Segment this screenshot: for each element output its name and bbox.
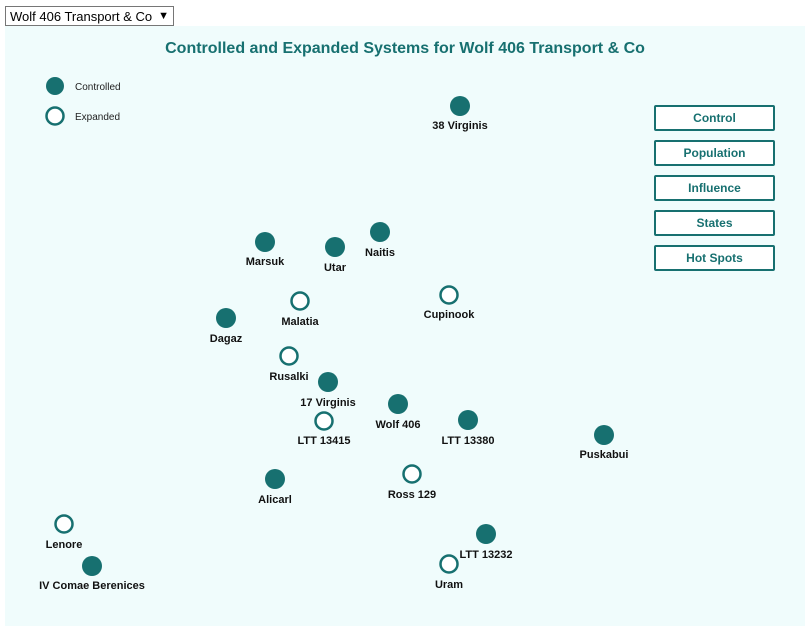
controlled-system-marker[interactable] [82,556,102,576]
system-label: Uram [435,579,463,591]
expanded-system-marker[interactable] [439,554,459,574]
controlled-system-marker[interactable] [216,308,236,328]
system-label: Puskabui [580,449,629,461]
system-label: Ross 129 [388,489,436,501]
controlled-system-marker[interactable] [370,222,390,242]
expanded-system-marker[interactable] [314,411,334,431]
system-label: IV Comae Berenices [39,580,145,592]
system-38-virginis[interactable]: 38 Virginis [432,96,488,132]
system-dagaz[interactable]: Dagaz [210,308,243,345]
system-wolf-406[interactable]: Wolf 406 [375,394,421,431]
controlled-system-marker[interactable] [318,372,338,392]
system-label: Rusalki [269,371,308,383]
legend-controlled-marker [46,77,64,95]
legend: Controlled Expanded [45,77,121,126]
system-naitis[interactable]: Naitis [365,222,395,259]
system-label: 17 Virginis [300,397,355,409]
controlled-system-marker[interactable] [325,237,345,257]
system-label: Marsuk [246,256,285,268]
system-label: Alicarl [258,494,292,506]
faction-select[interactable]: Wolf 406 Transport & Co ▼ [5,6,174,26]
system-label: Lenore [46,539,83,551]
system-malatia[interactable]: Malatia [281,291,320,329]
system-cupinook[interactable]: Cupinook [424,285,476,322]
system-rusalki[interactable]: Rusalki [269,346,309,384]
expanded-system-marker[interactable] [439,285,459,305]
system-label: LTT 13380 [442,435,495,447]
system-label: Malatia [281,316,319,328]
system-iv-comae-berenices[interactable]: IV Comae Berenices [39,556,145,592]
legend-controlled-label: Controlled [75,82,121,93]
system-ltt-13232[interactable]: LTT 13232 [460,524,513,561]
dropdown-arrow-icon: ▼ [158,10,169,22]
system-alicarl[interactable]: Alicarl [258,469,292,506]
system-utar[interactable]: Utar [324,237,347,274]
states-button[interactable]: States [654,210,775,236]
system-ltt-13380[interactable]: LTT 13380 [442,410,495,447]
system-puskabui[interactable]: Puskabui [580,425,629,461]
system-ross-129[interactable]: Ross 129 [388,464,436,502]
controlled-system-marker[interactable] [265,469,285,489]
legend-expanded-marker [45,106,65,126]
system-label: Dagaz [210,333,243,345]
influence-button[interactable]: Influence [654,175,775,201]
controlled-system-marker[interactable] [594,425,614,445]
system-marsuk[interactable]: Marsuk [246,232,285,268]
expanded-system-marker[interactable] [279,346,299,366]
system-label: Wolf 406 [375,419,420,431]
system-label: Cupinook [424,309,476,321]
system-ltt-13415[interactable]: LTT 13415 [298,411,351,448]
controlled-system-marker[interactable] [255,232,275,252]
system-label: LTT 13415 [298,435,351,447]
population-button[interactable]: Population [654,140,775,166]
controlled-system-marker[interactable] [388,394,408,414]
system-label: Utar [324,262,347,274]
control-button[interactable]: Control [654,105,775,131]
controlled-system-marker[interactable] [450,96,470,116]
system-17-virginis[interactable]: 17 Virginis [300,372,356,409]
systems-layer: 38 Virginis Marsuk Utar Naitis Malatia Cupino… [39,96,628,592]
system-label: 38 Virginis [432,120,487,132]
controlled-system-marker[interactable] [458,410,478,430]
expanded-system-marker[interactable] [290,291,310,311]
hot-spots-button[interactable]: Hot Spots [654,245,775,271]
expanded-system-marker[interactable] [54,514,74,534]
systems-map-panel: Controlled and Expanded Systems for Wolf… [5,26,805,626]
legend-expanded-label: Expanded [75,112,120,123]
expanded-system-marker[interactable] [402,464,422,484]
faction-select-value: Wolf 406 Transport & Co [10,9,153,24]
system-label: LTT 13232 [460,549,513,561]
system-lenore[interactable]: Lenore [46,514,83,552]
system-label: Naitis [365,247,395,259]
controlled-system-marker[interactable] [476,524,496,544]
